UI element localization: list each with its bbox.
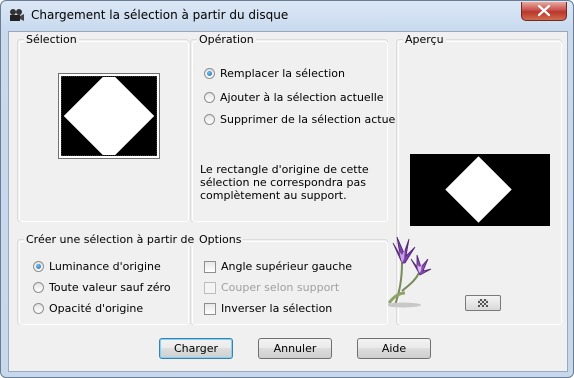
operation-group: Opération Remplacer la sélection Ajouter… [190, 33, 408, 222]
preview-group: Aperçu [385, 33, 562, 325]
checkerboard-icon [478, 299, 488, 307]
dialog-client-area: Sélection Opération Remplacer la sélecti… [8, 31, 568, 372]
radio-source-luminance[interactable]: Luminance d'origine [33, 260, 161, 273]
close-icon [537, 4, 551, 17]
selection-thumbnail-image [61, 76, 157, 156]
cancel-button[interactable]: Annuler [258, 338, 332, 359]
preview-diamond-shape [445, 156, 512, 223]
checkbox [204, 281, 216, 294]
radio-replace-selection[interactable]: Remplacer la sélection [204, 67, 345, 80]
radio-label: Luminance d'origine [49, 260, 161, 273]
radio-subtract-selection[interactable]: Supprimer de la sélection actuelle [204, 113, 408, 126]
checkbox[interactable] [204, 302, 216, 315]
load-button[interactable]: Charger [159, 338, 233, 359]
radio-button[interactable] [204, 114, 215, 125]
radio-label: Supprimer de la sélection actuelle [220, 113, 409, 126]
radio-label: Opacité d'origine [49, 302, 144, 315]
selection-thumbnail [58, 73, 160, 159]
checkbox-crop-to-canvas: Couper selon support [204, 281, 339, 294]
radio-button[interactable] [33, 261, 44, 272]
help-button[interactable]: Aide [357, 338, 431, 359]
transparency-toggle-button[interactable] [465, 295, 501, 311]
checkbox-label: Angle supérieur gauche [221, 260, 353, 273]
info-message: Le rectangle d'origine de cette sélectio… [200, 163, 369, 202]
dialog-window: Chargement la sélection à partir du disq… [0, 0, 574, 378]
radio-any-nonzero[interactable]: Toute valeur sauf zéro [33, 281, 171, 294]
selection-group: Sélection [17, 33, 189, 222]
window-title: Chargement la sélection à partir du disq… [31, 8, 289, 22]
title-bar[interactable]: Chargement la sélection à partir du disq… [1, 1, 573, 29]
radio-button[interactable] [204, 68, 215, 79]
radio-label: Ajouter à la sélection actuelle [220, 91, 384, 104]
radio-button[interactable] [33, 303, 44, 314]
radio-label: Remplacer la sélection [220, 67, 345, 80]
preview-image [410, 154, 550, 226]
close-button[interactable] [521, 2, 567, 21]
film-camera-icon [10, 9, 24, 21]
create-from-group: Créer une sélection à partir de : Lumina… [17, 233, 204, 325]
preview-group-legend: Aperçu [403, 33, 446, 46]
checkbox-invert-selection[interactable]: Inverser la sélection [204, 302, 332, 315]
checkbox-label: Couper selon support [221, 281, 340, 294]
radio-add-selection[interactable]: Ajouter à la sélection actuelle [204, 91, 384, 104]
selection-diamond-shape [63, 77, 155, 155]
checkbox[interactable] [204, 260, 216, 273]
radio-button[interactable] [204, 92, 215, 103]
radio-button[interactable] [33, 282, 44, 293]
operation-group-legend: Opération [197, 33, 256, 46]
create-from-group-legend: Créer une sélection à partir de : [24, 233, 204, 246]
options-group: Options Angle supérieur gauche Couper se… [190, 233, 388, 325]
radio-source-opacity[interactable]: Opacité d'origine [33, 302, 143, 315]
checkbox-top-left-corner[interactable]: Angle supérieur gauche [204, 260, 352, 273]
checkbox-label: Inverser la sélection [221, 302, 333, 315]
selection-group-legend: Sélection [24, 33, 79, 46]
options-group-legend: Options [197, 233, 244, 246]
radio-label: Toute valeur sauf zéro [49, 281, 171, 294]
